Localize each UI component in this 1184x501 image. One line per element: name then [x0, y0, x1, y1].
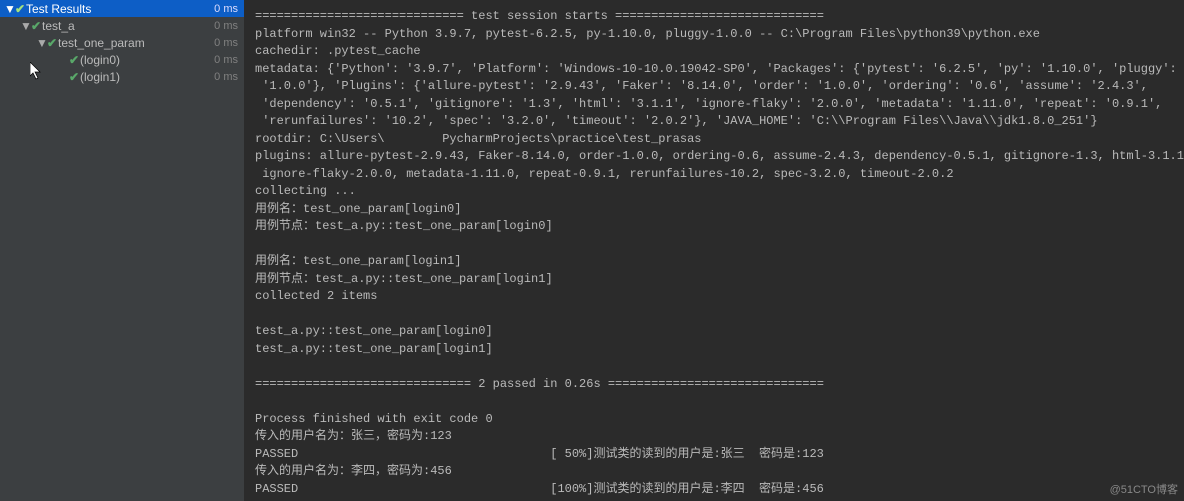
tree-item-time: 0 ms — [214, 54, 238, 66]
tree-item-label: test_one_param — [58, 36, 214, 50]
tree-item-time: 0 ms — [214, 20, 238, 32]
tree-item-label: (login1) — [80, 70, 214, 84]
tree-root-label: Test Results — [26, 2, 214, 16]
tree-item-login0[interactable]: ✔ (login0) 0 ms — [0, 51, 244, 68]
pass-icon: ✔ — [30, 19, 42, 33]
test-results-tree[interactable]: ▼ ✔ Test Results 0 ms ▼ ✔ test_a 0 ms ▼ … — [0, 0, 245, 501]
tree-item-login1[interactable]: ✔ (login1) 0 ms — [0, 68, 244, 85]
tree-root-row[interactable]: ▼ ✔ Test Results 0 ms — [0, 0, 244, 17]
tree-root-time: 0 ms — [214, 3, 238, 15]
console-output-text: ============================= test sessi… — [255, 8, 1174, 498]
console-output-panel[interactable]: ============================= test sessi… — [245, 0, 1184, 501]
tree-item-label: test_a — [42, 19, 214, 33]
chevron-down-icon[interactable]: ▼ — [20, 19, 30, 33]
pass-icon: ✔ — [46, 36, 58, 50]
app-root: ▼ ✔ Test Results 0 ms ▼ ✔ test_a 0 ms ▼ … — [0, 0, 1184, 501]
footer-watermark: @51CTO博客 — [1110, 481, 1178, 497]
pass-icon: ✔ — [14, 2, 26, 16]
tree-item-time: 0 ms — [214, 71, 238, 83]
chevron-down-icon[interactable]: ▼ — [4, 2, 14, 16]
pass-icon: ✔ — [68, 53, 80, 67]
pass-icon: ✔ — [68, 70, 80, 84]
tree-item-test_a[interactable]: ▼ ✔ test_a 0 ms — [0, 17, 244, 34]
tree-item-time: 0 ms — [214, 37, 238, 49]
chevron-down-icon[interactable]: ▼ — [36, 36, 46, 50]
tree-item-test_one_param[interactable]: ▼ ✔ test_one_param 0 ms — [0, 34, 244, 51]
tree-item-label: (login0) — [80, 53, 214, 67]
